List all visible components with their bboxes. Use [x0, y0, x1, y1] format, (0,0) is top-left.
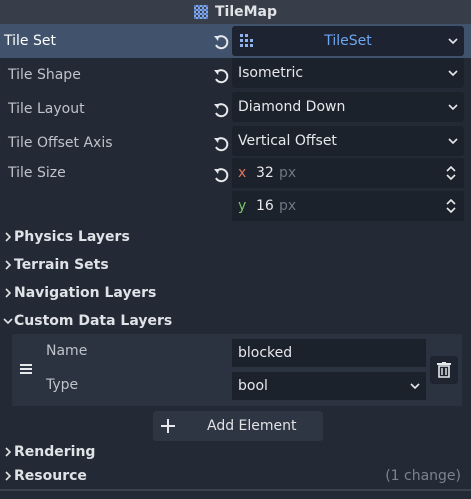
name-input[interactable]: blocked [232, 339, 426, 367]
revert-icon[interactable] [212, 166, 230, 184]
tile-layout-value: Diamond Down [238, 99, 346, 115]
tile-layout-dropdown[interactable]: Diamond Down [232, 92, 464, 122]
section-resource[interactable]: Resource (1 change) [0, 464, 471, 488]
divider [0, 489, 471, 491]
tile-set-resource-picker[interactable]: TileSet [232, 26, 464, 56]
chevron-down-icon [3, 318, 13, 325]
tile-size-x-value: 32 [256, 165, 274, 181]
section-label: Rendering [14, 444, 96, 460]
change-count-hint: (1 change) [385, 468, 461, 484]
tile-size-x-field[interactable]: x 32 px [232, 158, 464, 188]
type-label: Type [46, 377, 79, 393]
add-element-label: Add Element [207, 418, 297, 434]
section-label: Resource [14, 468, 87, 484]
drag-handle-icon[interactable] [20, 363, 32, 375]
section-label: Physics Layers [14, 229, 130, 245]
name-label: Name [46, 343, 88, 359]
tile-shape-dropdown[interactable]: Isometric [232, 58, 464, 88]
tileset-resource-icon [240, 34, 253, 47]
section-rendering[interactable]: Rendering [0, 440, 471, 464]
section-physics-layers[interactable]: Physics Layers [0, 225, 471, 249]
revert-icon[interactable] [212, 135, 230, 153]
revert-icon[interactable] [212, 67, 230, 85]
tile-set-value: TileSet [324, 33, 372, 49]
tilemap-grid-icon [193, 5, 208, 19]
spinner-arrows-icon[interactable] [446, 199, 456, 213]
tile-offset-axis-value: Vertical Offset [238, 133, 337, 149]
y-axis-label: y [238, 198, 247, 214]
header-title: TileMap [214, 4, 278, 20]
tile-size-y-field[interactable]: y 16 px [232, 191, 464, 221]
revert-icon[interactable] [212, 101, 230, 119]
tile-layout-label: Tile Layout [8, 101, 85, 117]
x-axis-label: x [238, 165, 247, 181]
chevron-down-icon [410, 383, 420, 390]
section-custom-data-layers[interactable]: Custom Data Layers [0, 309, 471, 333]
chevron-right-icon [5, 447, 12, 457]
tile-size-y-value: 16 [256, 198, 274, 214]
tile-set-label: Tile Set [4, 33, 56, 49]
unit-label: px [279, 165, 297, 181]
tile-size-label: Tile Size [8, 165, 66, 181]
chevron-right-icon [5, 471, 12, 481]
chevron-right-icon [5, 260, 12, 270]
tile-offset-axis-label: Tile Offset Axis [8, 135, 113, 151]
section-label: Navigation Layers [14, 285, 157, 301]
chevron-down-icon [448, 70, 458, 77]
inspector-header: TileMap [0, 0, 471, 24]
chevron-right-icon [5, 232, 12, 242]
tile-shape-label: Tile Shape [8, 67, 81, 83]
tile-offset-axis-dropdown[interactable]: Vertical Offset [232, 126, 464, 156]
chevron-down-icon [448, 104, 458, 111]
plus-icon [161, 419, 175, 433]
tile-shape-value: Isometric [238, 65, 304, 81]
name-value: blocked [238, 345, 293, 361]
section-navigation-layers[interactable]: Navigation Layers [0, 281, 471, 305]
chevron-down-icon [448, 138, 458, 145]
chevron-down-icon [448, 38, 458, 45]
spinner-arrows-icon[interactable] [446, 166, 456, 180]
unit-label: px [279, 198, 297, 214]
section-terrain-sets[interactable]: Terrain Sets [0, 253, 471, 277]
remove-element-button[interactable] [430, 356, 458, 384]
section-label: Terrain Sets [14, 257, 109, 273]
add-element-button[interactable]: Add Element [153, 411, 323, 441]
section-label: Custom Data Layers [14, 313, 173, 329]
type-value: bool [238, 378, 268, 394]
trash-icon [437, 362, 451, 378]
type-dropdown[interactable]: bool [232, 372, 426, 400]
chevron-right-icon [5, 288, 12, 298]
revert-icon[interactable] [212, 33, 230, 51]
